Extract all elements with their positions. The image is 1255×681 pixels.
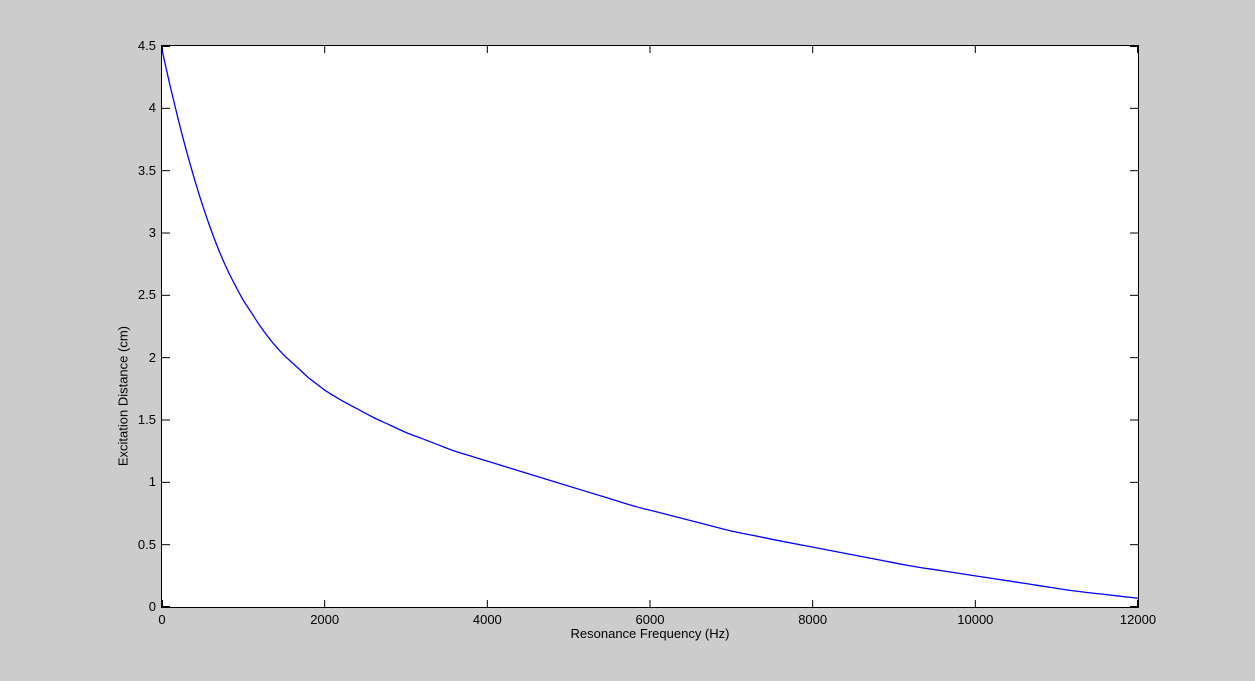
- x-tick-label: 4000: [472, 612, 502, 627]
- y-tick-label: 4: [148, 100, 156, 116]
- y-tick-label: 3.5: [137, 162, 156, 178]
- x-axis-label: Resonance Frequency (Hz): [570, 626, 730, 641]
- data-curve: [162, 49, 1138, 599]
- x-tick-label: 8000: [798, 612, 828, 627]
- y-tick-label: 4.5: [137, 38, 156, 53]
- y-axis-label-text: Excitation Distance (cm): [115, 326, 130, 467]
- y-tick-label: 1: [148, 474, 156, 490]
- x-tick-label: 12000: [1119, 612, 1157, 627]
- x-tick-label: 2000: [310, 612, 340, 627]
- y-tick-label: 3: [148, 225, 156, 240]
- x-tick-label: 10000: [957, 612, 994, 627]
- y-tick-label: 0: [148, 599, 156, 614]
- plot-area: [161, 45, 1139, 608]
- matlab-figure-canvas: 0 2000 4000 6000 8000 10000 12000 0 0.5 1 1.5 2 2.5…: [0, 0, 1255, 681]
- y-tick-label: 2.5: [137, 287, 156, 303]
- y-tick-label: 0.5: [137, 536, 156, 552]
- plot-svg: [162, 46, 1138, 607]
- x-tick-label: 6000: [635, 612, 665, 627]
